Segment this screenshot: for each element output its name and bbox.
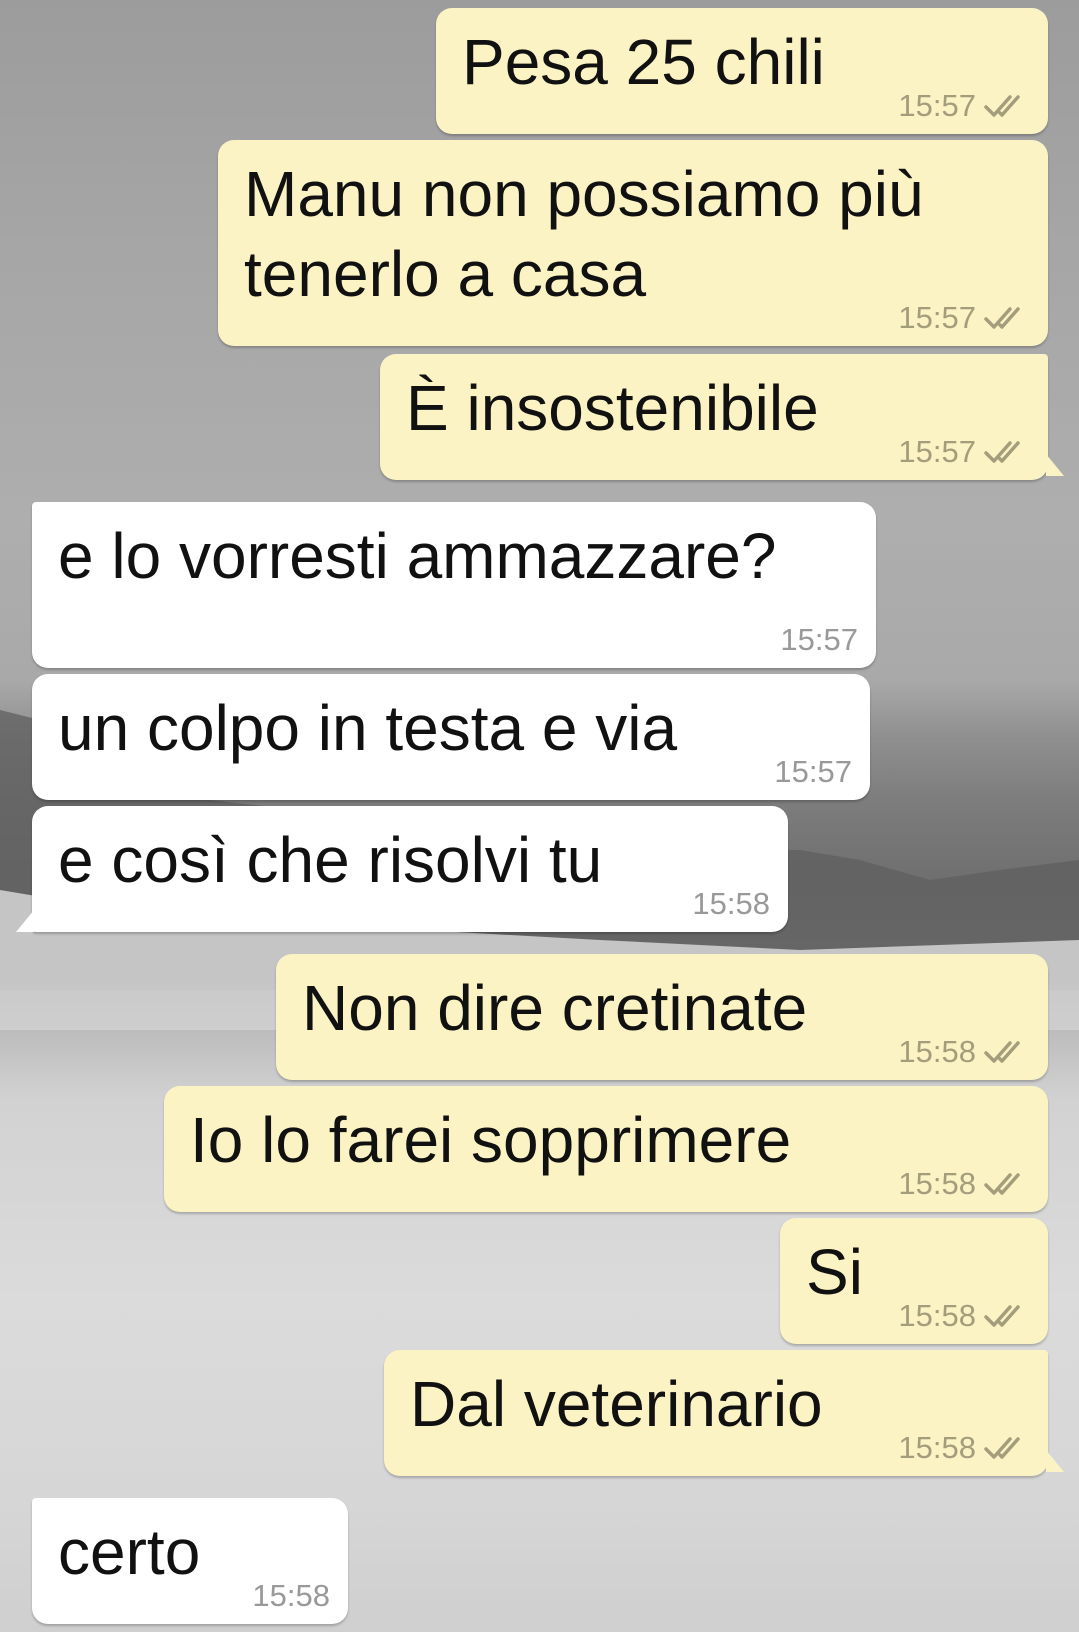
message-meta: 15:58 (898, 1034, 1030, 1070)
message-bubble-outgoing[interactable]: Dal veterinario 15:58 (384, 1350, 1048, 1476)
message-bubble-outgoing[interactable]: Pesa 25 chili 15:57 (436, 8, 1048, 134)
message-bubble-incoming[interactable]: e così che risolvi tu 15:58 (32, 806, 788, 932)
message-meta: 15:58 (898, 1430, 1030, 1466)
message-text: Si (806, 1236, 863, 1308)
message-time: 15:58 (898, 1034, 976, 1069)
message-time: 15:58 (252, 1578, 330, 1613)
double-check-icon (984, 1435, 1030, 1461)
double-check-icon (984, 1171, 1030, 1197)
message-time: 15:57 (774, 754, 852, 789)
double-check-icon (984, 1039, 1030, 1065)
message-text: Io lo farei sopprimere (190, 1104, 792, 1176)
message-text: Pesa 25 chili (462, 26, 825, 98)
message-text: Non dire cretinate (302, 972, 808, 1044)
bubble-tail (16, 910, 34, 932)
message-meta: 15:58 (898, 1166, 1030, 1202)
message-text-line-1: Manu non possiamo più (244, 158, 924, 230)
message-bubble-outgoing[interactable]: Non dire cretinate 15:58 (276, 954, 1048, 1080)
message-text: e così che risolvi tu (58, 824, 603, 896)
message-text: certo (58, 1516, 201, 1588)
message-bubble-outgoing[interactable]: Manu non possiamo più tenerlo a casa 15:… (218, 140, 1048, 346)
message-meta: 15:57 (898, 434, 1030, 470)
message-meta: 15:57 (780, 622, 858, 658)
message-text: È insostenibile (406, 372, 819, 444)
message-bubble-incoming[interactable]: certo 15:58 (32, 1498, 348, 1624)
message-time: 15:58 (898, 1430, 976, 1465)
message-text: Dal veterinario (410, 1368, 823, 1440)
message-time: 15:58 (898, 1298, 976, 1333)
message-bubble-outgoing[interactable]: Io lo farei sopprimere 15:58 (164, 1086, 1048, 1212)
message-meta: 15:58 (898, 1298, 1030, 1334)
message-bubble-outgoing[interactable]: Si 15:58 (780, 1218, 1048, 1344)
message-time: 15:57 (780, 622, 858, 657)
double-check-icon (984, 1303, 1030, 1329)
double-check-icon (984, 93, 1030, 119)
message-time: 15:57 (898, 434, 976, 469)
double-check-icon (984, 439, 1030, 465)
message-bubble-outgoing[interactable]: È insostenibile 15:57 (380, 354, 1048, 480)
double-check-icon (984, 305, 1030, 331)
message-time: 15:57 (898, 88, 976, 123)
message-meta: 15:57 (774, 754, 852, 790)
message-meta: 15:58 (692, 886, 770, 922)
message-meta: 15:57 (898, 88, 1030, 124)
message-time: 15:58 (692, 886, 770, 921)
message-time: 15:57 (898, 300, 976, 335)
bubble-tail (1046, 1450, 1064, 1472)
message-time: 15:58 (898, 1166, 976, 1201)
bubble-tail (1046, 454, 1064, 476)
message-text: un colpo in testa e via (58, 692, 678, 764)
message-meta: 15:57 (898, 300, 1030, 336)
message-bubble-incoming[interactable]: un colpo in testa e via 15:57 (32, 674, 870, 800)
message-bubble-incoming[interactable]: e lo vorresti ammazzare? 15:57 (32, 502, 876, 668)
message-text-line-2: tenerlo a casa (244, 238, 647, 310)
message-text: e lo vorresti ammazzare? (58, 520, 777, 592)
message-meta: 15:58 (252, 1578, 330, 1614)
